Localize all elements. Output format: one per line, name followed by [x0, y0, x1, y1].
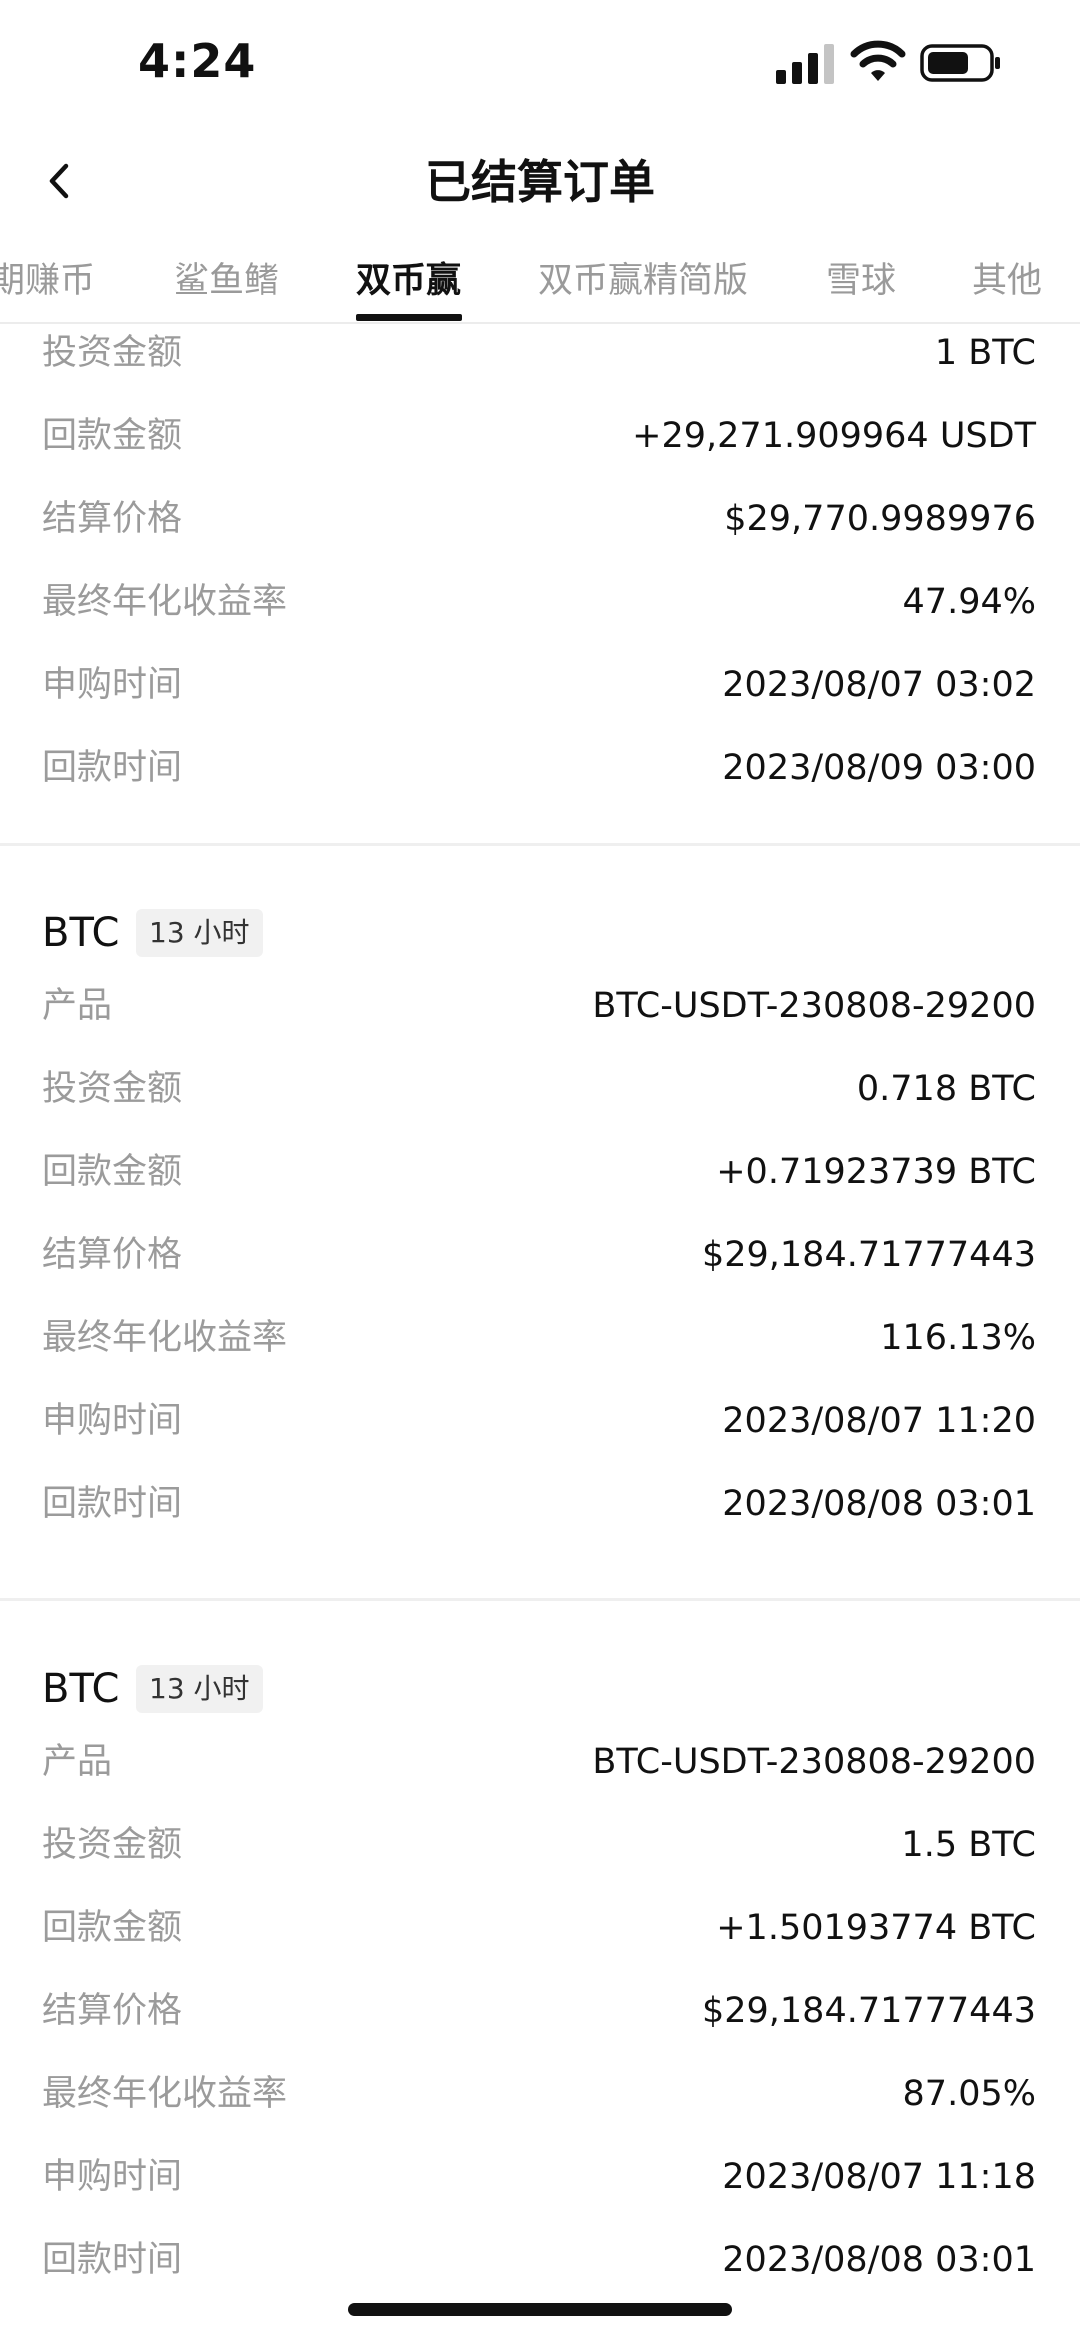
- nav-bar: 已结算订单: [0, 130, 1080, 230]
- detail-row: 投资金额 1.5 BTC: [0, 1816, 1080, 1899]
- detail-label: 回款时间: [42, 1484, 183, 1524]
- status-time: 4:24: [138, 34, 257, 88]
- tab-other[interactable]: 其他: [972, 252, 1042, 303]
- detail-value: 2023/08/08 03:01: [722, 2240, 1036, 2280]
- detail-label: 产品: [42, 1742, 113, 1782]
- detail-row: 结算价格 $29,184.71777443: [0, 1226, 1080, 1309]
- tab-dual-currency-lite[interactable]: 双币赢精简版: [538, 252, 748, 303]
- detail-row: 申购时间 2023/08/07 03:02: [0, 656, 1080, 739]
- duration-badge: 13 小时: [136, 909, 263, 957]
- detail-value: 87.05%: [902, 2074, 1036, 2114]
- detail-row: 产品 BTC-USDT-230808-29200: [0, 1733, 1080, 1816]
- detail-value: 1.5 BTC: [901, 1825, 1036, 1865]
- detail-row: 回款金额 +29,271.909964 USDT: [0, 407, 1080, 490]
- detail-label: 最终年化收益率: [42, 582, 288, 622]
- coin-symbol: BTC: [42, 910, 120, 956]
- detail-value: BTC-USDT-230808-29200: [592, 1742, 1036, 1782]
- detail-label: 最终年化收益率: [42, 2074, 288, 2114]
- detail-label: 投资金额: [42, 333, 183, 373]
- detail-label: 产品: [42, 986, 113, 1026]
- detail-value: 2023/08/08 03:01: [722, 1484, 1036, 1524]
- detail-value: 2023/08/07 11:18: [722, 2157, 1036, 2197]
- detail-row: 回款时间 2023/08/09 03:00: [0, 739, 1080, 822]
- wifi-icon: [850, 40, 906, 81]
- detail-value: $29,184.71777443: [701, 1235, 1036, 1275]
- detail-label: 投资金额: [42, 1069, 183, 1109]
- detail-row: 回款时间 2023/08/08 03:01: [0, 1475, 1080, 1558]
- tab-bar: 期赚币 鲨鱼鳍 双币赢 双币赢精简版 雪球 其他: [0, 232, 1080, 324]
- detail-value: 2023/08/07 03:02: [722, 665, 1036, 705]
- detail-label: 申购时间: [42, 665, 183, 705]
- detail-label: 申购时间: [42, 2157, 183, 2197]
- detail-row: 回款金额 +1.50193774 BTC: [0, 1899, 1080, 1982]
- detail-row: 申购时间 2023/08/07 11:18: [0, 2148, 1080, 2231]
- card-divider: [0, 843, 1080, 846]
- detail-value: $29,184.71777443: [701, 1991, 1036, 2031]
- detail-value: +0.71923739 BTC: [716, 1152, 1036, 1192]
- detail-row: 回款时间 2023/08/08 03:01: [0, 2231, 1080, 2314]
- detail-row: 结算价格 $29,184.71777443: [0, 1982, 1080, 2065]
- detail-value: 2023/08/09 03:00: [722, 748, 1036, 788]
- detail-label: 投资金额: [42, 1825, 183, 1865]
- detail-label: 申购时间: [42, 1401, 183, 1441]
- page-title: 已结算订单: [425, 155, 655, 209]
- tab-snowball[interactable]: 雪球: [826, 252, 896, 303]
- detail-value: 47.94%: [902, 582, 1036, 622]
- card-header: BTC 13 小时: [42, 903, 442, 963]
- detail-row: 结算价格 $29,770.9989976: [0, 490, 1080, 573]
- detail-row: 投资金额 0.718 BTC: [0, 1060, 1080, 1143]
- detail-label: 回款金额: [42, 1152, 183, 1192]
- detail-value: 116.13%: [880, 1318, 1036, 1358]
- tab-savings[interactable]: 期赚币: [0, 252, 95, 303]
- detail-row: 最终年化收益率 116.13%: [0, 1309, 1080, 1392]
- card-header: BTC 13 小时: [42, 1659, 442, 1719]
- detail-label: 最终年化收益率: [42, 1318, 288, 1358]
- status-bar: 4:24: [0, 0, 1080, 130]
- detail-value: $29,770.9989976: [724, 499, 1036, 539]
- detail-row: 申购时间 2023/08/07 11:20: [0, 1392, 1080, 1475]
- detail-row: 最终年化收益率 47.94%: [0, 573, 1080, 656]
- detail-label: 回款金额: [42, 416, 183, 456]
- detail-label: 回款时间: [42, 748, 183, 788]
- detail-value: 2023/08/07 11:20: [722, 1401, 1036, 1441]
- detail-label: 回款金额: [42, 1908, 183, 1948]
- detail-row: 最终年化收益率 87.05%: [0, 2065, 1080, 2148]
- detail-label: 结算价格: [42, 1235, 183, 1275]
- coin-symbol: BTC: [42, 1666, 120, 1712]
- tab-shark-fin[interactable]: 鲨鱼鳍: [174, 252, 279, 303]
- detail-value: 1 BTC: [934, 333, 1036, 373]
- active-tab-indicator: [356, 314, 462, 321]
- detail-value: +29,271.909964 USDT: [632, 416, 1036, 456]
- detail-value: 0.718 BTC: [856, 1069, 1036, 1109]
- detail-label: 结算价格: [42, 499, 183, 539]
- detail-row: 投资金额 1 BTC: [0, 324, 1080, 407]
- detail-value: BTC-USDT-230808-29200: [592, 986, 1036, 1026]
- detail-row: 产品 BTC-USDT-230808-29200: [0, 977, 1080, 1060]
- detail-label: 结算价格: [42, 1991, 183, 2031]
- detail-row: 回款金额 +0.71923739 BTC: [0, 1143, 1080, 1226]
- duration-badge: 13 小时: [136, 1665, 263, 1713]
- home-indicator[interactable]: [348, 2303, 732, 2316]
- tab-dual-currency[interactable]: 双币赢: [356, 252, 461, 303]
- order-list[interactable]: 投资金额 1 BTC 回款金额 +29,271.909964 USDT 结算价格…: [0, 324, 1080, 2337]
- detail-label: 回款时间: [42, 2240, 183, 2280]
- cellular-signal-icon: [776, 44, 834, 84]
- detail-value: +1.50193774 BTC: [716, 1908, 1036, 1948]
- card-divider: [0, 1598, 1080, 1601]
- battery-icon: [920, 44, 1000, 82]
